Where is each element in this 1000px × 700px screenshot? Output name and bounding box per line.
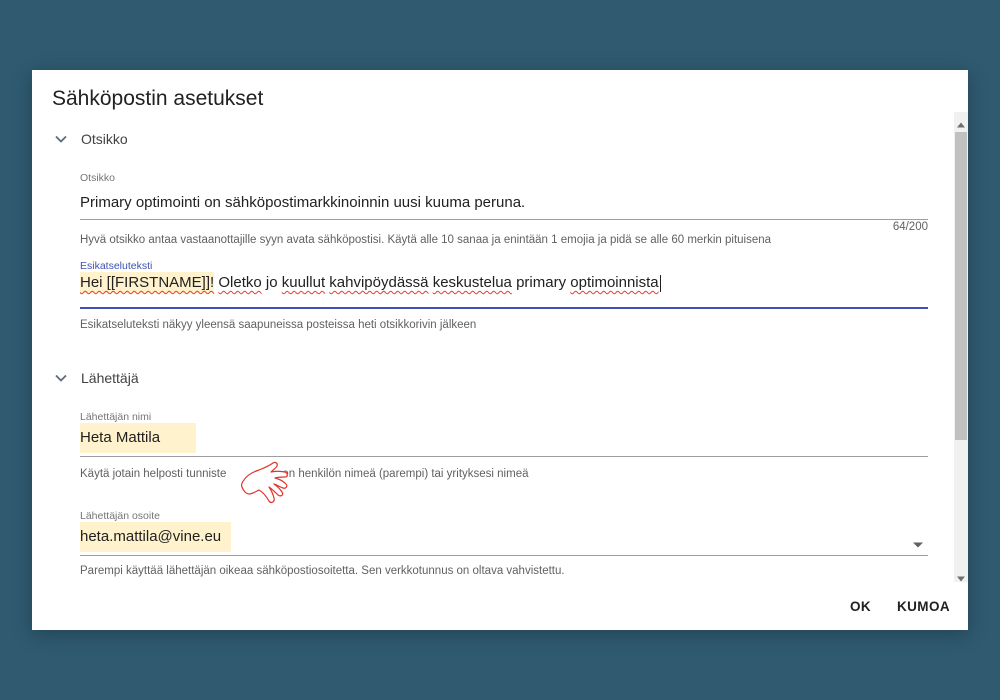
subject-field[interactable]: Otsikko Primary optimointi on sähköposti…	[80, 172, 928, 252]
subject-input[interactable]: Primary optimointi on sähköpostimarkkino…	[80, 194, 525, 211]
preview-word: kahvipöydässä	[329, 274, 429, 291]
sender-name-input[interactable]: Heta Mattila	[80, 423, 197, 453]
subject-field-label: Otsikko	[80, 172, 116, 184]
dialog-actions: OK KUMOA	[844, 595, 956, 618]
scrollbar[interactable]	[954, 112, 968, 582]
section-header-subject[interactable]: Otsikko	[32, 126, 932, 152]
scrollbar-thumb[interactable]	[955, 132, 967, 440]
preview-text-field[interactable]: Esikatseluteksti Hei [[FIRSTNAME]]! Olet…	[80, 260, 928, 340]
cancel-button[interactable]: KUMOA	[891, 595, 956, 618]
sender-address-label: Lähettäjän osoite	[80, 510, 160, 522]
sender-name-hint: Käytä jotain helposti tunniste en henkilö…	[80, 468, 529, 480]
text-caret	[659, 274, 661, 292]
subject-hint: Hyvä otsikko antaa vastaanottajille syyn…	[80, 234, 772, 246]
email-settings-dialog: Sähköpostin asetukset Otsikko Otsikko Pr…	[32, 70, 968, 630]
preview-word: optimoinnista	[570, 274, 659, 291]
sender-name-label: Lähettäjän nimi	[80, 411, 152, 423]
sender-address-hint: Parempi käyttää lähettäjän oikeaa sähköp…	[80, 565, 565, 577]
sender-address-field[interactable]: Lähettäjän osoite heta.mattila@vine.eu P…	[80, 510, 928, 582]
preview-word: Oletko	[218, 274, 262, 291]
preview-word: jo	[265, 274, 278, 291]
sender-name-underline	[80, 456, 928, 457]
dialog-title: Sähköpostin asetukset	[52, 87, 264, 110]
preview-word: primary	[516, 274, 567, 291]
sender-address-select[interactable]: heta.mattila@vine.eu	[80, 522, 232, 552]
subject-char-counter: 64/200	[892, 221, 928, 233]
hand-pointer-icon	[232, 450, 292, 508]
subject-underline	[80, 219, 928, 220]
sender-name-field[interactable]: Lähettäjän nimi Heta Mattila Käytä jotai…	[80, 411, 928, 491]
section-label-subject: Otsikko	[81, 131, 128, 147]
preview-underline	[80, 307, 928, 309]
scroll-up-icon[interactable]	[956, 116, 966, 128]
preview-token: Hei [[FIRSTNAME]]!	[80, 272, 215, 293]
preview-word: keskustelua	[432, 274, 512, 291]
preview-text-input[interactable]: Hei [[FIRSTNAME]]! Oletko jo kuullut kah…	[80, 271, 661, 295]
scroll-down-icon[interactable]	[956, 570, 966, 582]
ok-button[interactable]: OK	[844, 595, 877, 618]
section-label-sender: Lähettäjä	[81, 370, 139, 386]
preview-word: kuullut	[281, 274, 326, 291]
chevron-down-icon	[54, 371, 68, 385]
dropdown-arrow-icon[interactable]	[912, 536, 924, 548]
sender-address-underline	[80, 555, 928, 556]
chevron-down-icon	[54, 132, 68, 146]
preview-hint: Esikatseluteksti näkyy yleensä saapuneis…	[80, 319, 477, 331]
section-header-sender[interactable]: Lähettäjä	[32, 365, 932, 391]
dialog-content: Otsikko Otsikko Primary optimointi on sä…	[32, 120, 968, 582]
